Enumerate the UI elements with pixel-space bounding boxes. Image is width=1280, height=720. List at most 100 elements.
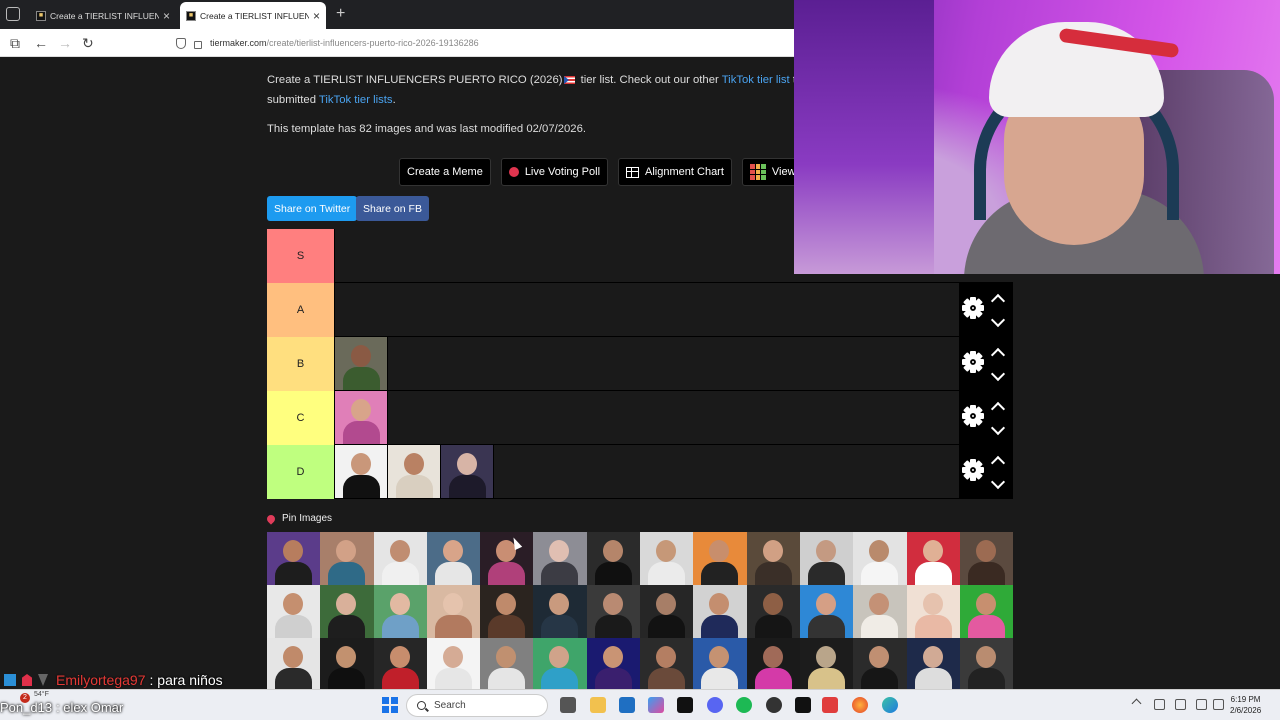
settings-gear-icon[interactable] [967,302,979,314]
pool-image[interactable] [320,638,374,691]
tray-app-icon[interactable] [1154,699,1165,710]
tier-dropzone[interactable] [334,391,1013,444]
pool-image[interactable] [426,585,481,638]
taskbar-clock[interactable]: 6:19 PM 2/6/2026 [1230,694,1261,716]
pool-image[interactable] [853,585,907,638]
tier-item-image[interactable] [388,445,441,498]
pool-image[interactable] [640,638,694,691]
discord-icon[interactable] [707,697,723,713]
forward-icon[interactable]: → [58,35,72,51]
tab-actions-icon[interactable] [6,7,20,21]
move-down-icon[interactable] [990,312,1006,328]
edge-icon[interactable] [882,697,898,713]
tier-item-image[interactable] [335,337,388,390]
task-view-icon[interactable] [560,697,576,713]
pool-image[interactable] [959,638,1014,691]
firefox-icon[interactable] [852,697,868,713]
url-text[interactable]: tiermaker.com/create/tierlist-influencer… [210,38,479,48]
tier-label[interactable]: D [267,445,334,499]
move-down-icon[interactable] [990,420,1006,436]
pool-image[interactable] [799,638,854,691]
tracking-shield-icon[interactable] [176,37,186,49]
pool-image[interactable] [426,532,481,585]
close-tab-icon[interactable]: × [313,9,320,23]
pool-image[interactable] [480,585,534,638]
move-up-icon[interactable] [990,455,1006,471]
tier-label[interactable]: S [267,229,334,283]
move-up-icon[interactable] [990,293,1006,309]
pool-image[interactable] [320,585,374,638]
browser-tab-2-active[interactable]: ■ Create a TIERLIST INFLUENCERS × [180,2,326,29]
pool-image[interactable] [693,532,747,585]
pool-image[interactable] [746,585,800,638]
pool-image[interactable] [267,585,321,638]
copilot-icon[interactable] [648,697,664,713]
pin-images-header[interactable]: Pin Images [265,512,332,525]
new-tab-icon[interactable]: + [336,5,345,23]
tiktok-tier-list-link[interactable]: TikTok tier list [722,74,790,86]
back-icon[interactable]: ← [34,35,48,51]
tier-label[interactable]: A [267,283,334,337]
tiktok-icon[interactable] [795,697,811,713]
pool-image[interactable] [746,532,800,585]
pool-image[interactable] [693,585,747,638]
pool-image[interactable] [959,585,1014,638]
microphone-icon[interactable] [1175,699,1186,710]
capcut-icon[interactable] [677,697,693,713]
taskbar-search[interactable]: Search [406,694,548,717]
settings-gear-icon[interactable] [967,356,979,368]
weather-widget[interactable]: 54°F [34,691,49,698]
pool-image[interactable] [533,585,587,638]
pool-image[interactable] [586,532,641,585]
share-facebook-button[interactable]: Share on FB [356,196,429,221]
pool-image[interactable] [906,585,960,638]
pool-image[interactable] [586,638,641,691]
volume-icon[interactable] [1213,699,1224,710]
pool-image[interactable] [959,532,1014,585]
typing-app-icon[interactable] [822,697,838,713]
pool-image[interactable] [640,532,694,585]
settings-gear-icon[interactable] [967,410,979,422]
alignment-chart-button[interactable]: Alignment Chart [618,158,732,186]
move-down-icon[interactable] [990,474,1006,490]
tiktok-tier-lists-link[interactable]: TikTok tier lists [319,94,393,106]
live-voting-poll-button[interactable]: Live Voting Poll [500,158,609,186]
move-up-icon[interactable] [990,347,1006,363]
pool-image[interactable] [267,638,321,691]
move-up-icon[interactable] [990,401,1006,417]
pool-image[interactable] [586,585,641,638]
tier-dropzone[interactable] [334,283,1013,336]
tier-dropzone[interactable] [334,445,1013,498]
pool-image[interactable] [640,585,694,638]
pool-image[interactable] [906,638,960,691]
close-tab-icon[interactable]: × [163,9,170,23]
file-explorer-icon[interactable] [590,697,606,713]
pool-image[interactable] [480,638,534,691]
pool-image[interactable] [267,532,321,585]
pool-image[interactable] [906,532,960,585]
pool-image[interactable] [373,532,427,585]
reload-icon[interactable]: ↻ [82,35,94,52]
create-meme-button[interactable]: Create a Meme [399,158,491,186]
share-twitter-button[interactable]: Share on Twitter [267,196,358,221]
lock-icon[interactable] [194,41,202,49]
pool-image[interactable] [799,532,854,585]
tier-item-image[interactable] [335,391,388,444]
browser-tab-1[interactable]: ■ Create a TIERLIST INFLUENCERS × [30,2,176,29]
network-icon[interactable] [1196,699,1207,710]
tier-label[interactable]: C [267,391,334,445]
pool-image[interactable] [373,585,427,638]
collections-icon[interactable]: ⧉ [10,35,20,52]
pool-image[interactable] [533,638,587,691]
pool-image[interactable] [320,532,374,585]
obs-icon[interactable] [766,697,782,713]
pool-image[interactable] [426,638,481,691]
start-icon[interactable] [382,697,398,713]
move-down-icon[interactable] [990,366,1006,382]
pool-image[interactable] [693,638,747,691]
pool-image[interactable] [799,585,854,638]
show-hidden-icons-icon[interactable] [1131,698,1142,709]
pool-image[interactable] [480,532,534,585]
settings-gear-icon[interactable] [967,464,979,476]
tier-item-image[interactable] [441,445,494,498]
